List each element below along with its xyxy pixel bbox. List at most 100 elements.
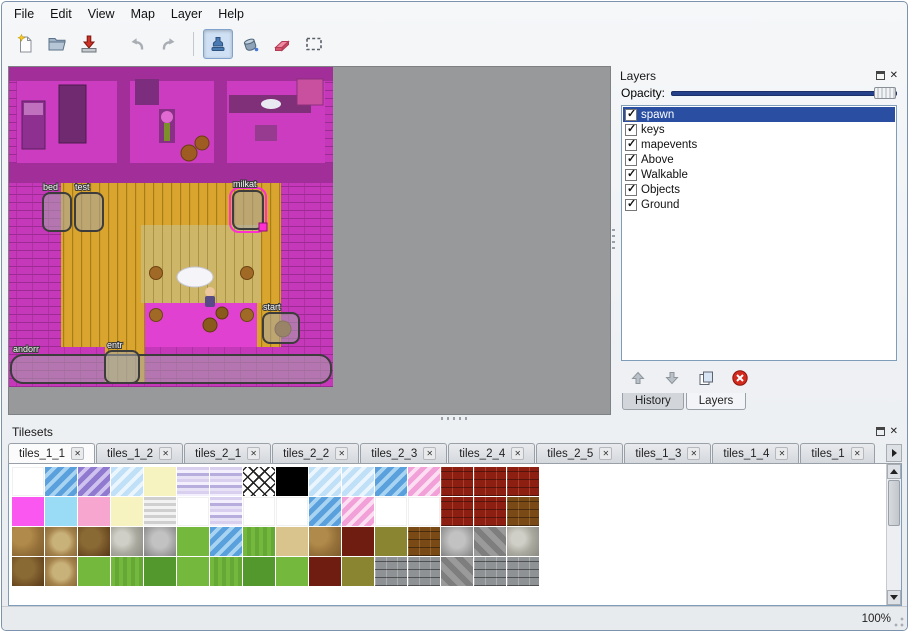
tileset-tile-diamond[interactable] <box>243 467 275 496</box>
tileset-tile-grasstex[interactable] <box>111 557 143 586</box>
tileset-tile-grass[interactable] <box>78 557 110 586</box>
tileset-tile-dirtdark[interactable] <box>12 557 44 586</box>
tileset-tile-cobble[interactable] <box>45 557 77 586</box>
layers-dock-titlebar[interactable]: Layers ✕ <box>616 66 902 85</box>
map-canvas[interactable]: andorr entr bed test <box>8 66 611 415</box>
scroll-down-button[interactable] <box>887 590 901 605</box>
tileset-tile-waterblue[interactable] <box>45 467 77 496</box>
tileset-tile-brickbrown[interactable] <box>507 497 539 526</box>
tileset-tile-brickgray[interactable] <box>408 557 440 586</box>
layer-row-keys[interactable]: keys <box>623 122 895 137</box>
layer-visibility-checkbox[interactable] <box>625 139 637 151</box>
delete-layer-button[interactable] <box>730 368 750 388</box>
tileset-tab[interactable]: tiles_2_2✕ <box>272 443 359 463</box>
layer-visibility-checkbox[interactable] <box>625 169 637 181</box>
tileset-tile-cream[interactable] <box>144 467 176 496</box>
tileset-tile-lavstripe[interactable] <box>177 467 209 496</box>
tileset-tile-lavstripe[interactable] <box>210 497 242 526</box>
tileset-tile-sand[interactable] <box>276 527 308 556</box>
tileset-tile-brickred[interactable] <box>441 467 473 496</box>
tileset-scrollbar[interactable] <box>886 464 901 605</box>
close-tab-icon[interactable]: ✕ <box>159 447 172 460</box>
float-dock-icon[interactable] <box>876 71 885 80</box>
tileset-tile-darkred[interactable] <box>342 527 374 556</box>
layer-row-mapevents[interactable]: mapevents <box>623 137 895 152</box>
tileset-tile-grass[interactable] <box>177 557 209 586</box>
layer-row-objects[interactable]: Objects <box>623 182 895 197</box>
tileset-tile-grass[interactable] <box>276 557 308 586</box>
tileset-tile-grasstex[interactable] <box>243 527 275 556</box>
menu-file[interactable]: File <box>6 4 42 24</box>
tileset-tile-graystripe[interactable] <box>144 497 176 526</box>
menu-map[interactable]: Map <box>123 4 163 24</box>
tileset-tile-brickgray[interactable] <box>474 557 506 586</box>
tileset-tile-cream[interactable] <box>111 497 143 526</box>
tileset-tile-white[interactable] <box>408 497 440 526</box>
lower-layer-button[interactable] <box>662 368 682 388</box>
menu-layer[interactable]: Layer <box>163 4 210 24</box>
layer-row-walkable[interactable]: Walkable <box>623 167 895 182</box>
tileset-tile-olive[interactable] <box>342 557 374 586</box>
layer-visibility-checkbox[interactable] <box>625 124 637 136</box>
layer-visibility-checkbox[interactable] <box>625 154 637 166</box>
open-button[interactable] <box>42 29 72 59</box>
close-tab-icon[interactable]: ✕ <box>423 447 436 460</box>
resize-grip[interactable] <box>893 616 905 628</box>
tileset-tab[interactable]: tiles_1_2✕ <box>96 443 183 463</box>
tileset-tile-pink[interactable] <box>78 497 110 526</box>
tileset-tile-magenta[interactable] <box>12 497 44 526</box>
tileset-tile-dirtdark[interactable] <box>78 527 110 556</box>
tileset-tab[interactable]: tiles_1_1✕ <box>8 443 95 463</box>
close-tab-icon[interactable]: ✕ <box>71 447 84 460</box>
new-file-button[interactable] <box>10 29 40 59</box>
tileset-tile-grassdark[interactable] <box>144 557 176 586</box>
tileset-tile-white[interactable] <box>177 497 209 526</box>
tileset-tile-white[interactable] <box>276 497 308 526</box>
tileset-tile-waterpurple[interactable] <box>78 467 110 496</box>
tab-history[interactable]: History <box>622 393 684 410</box>
close-tab-icon[interactable]: ✕ <box>247 447 260 460</box>
tileset-tile-waterblue[interactable] <box>309 497 341 526</box>
tileset-tile-brickbrown[interactable] <box>408 527 440 556</box>
opacity-slider-handle[interactable] <box>874 87 896 99</box>
tileset-tile-white[interactable] <box>12 467 44 496</box>
scroll-up-button[interactable] <box>887 464 901 479</box>
tileset-tab[interactable]: tiles_1_3✕ <box>624 443 711 463</box>
menu-help[interactable]: Help <box>210 4 252 24</box>
tileset-tile-cyan[interactable] <box>45 497 77 526</box>
tileset-tile-cobble[interactable] <box>45 527 77 556</box>
tab-scroll-right-button[interactable] <box>886 444 902 462</box>
layer-row-above[interactable]: Above <box>623 152 895 167</box>
tileset-tile-lavstripe[interactable] <box>210 467 242 496</box>
float-dock-icon[interactable] <box>876 427 885 436</box>
tileset-tile-brickred[interactable] <box>474 467 506 496</box>
tilesets-dock-titlebar[interactable]: Tilesets ✕ <box>8 422 902 441</box>
horizontal-splitter[interactable] <box>2 415 907 422</box>
layer-row-ground[interactable]: Ground <box>623 197 895 212</box>
tileset-tile-rocks[interactable] <box>474 527 506 556</box>
layer-visibility-checkbox[interactable] <box>625 184 637 196</box>
tileset-tile-brickred[interactable] <box>474 497 506 526</box>
tileset-tile-white[interactable] <box>243 497 275 526</box>
tileset-tab[interactable]: tiles_2_4✕ <box>448 443 535 463</box>
close-tab-icon[interactable]: ✕ <box>687 447 700 460</box>
stamp-brush-button[interactable] <box>203 29 233 59</box>
tileset-tab[interactable]: tiles_1_4✕ <box>712 443 799 463</box>
tileset-tile-waterblue[interactable] <box>210 527 242 556</box>
tileset-tile-waterlight[interactable] <box>342 467 374 496</box>
tileset-tile-black[interactable] <box>276 467 308 496</box>
tileset-tile-waterpink[interactable] <box>408 467 440 496</box>
eraser-button[interactable] <box>267 29 297 59</box>
opacity-slider[interactable] <box>671 86 897 100</box>
close-tab-icon[interactable]: ✕ <box>775 447 788 460</box>
tileset-tile-waterlight[interactable] <box>111 467 143 496</box>
tileset-tile-pebble[interactable] <box>111 527 143 556</box>
save-button[interactable] <box>74 29 104 59</box>
menu-edit[interactable]: Edit <box>42 4 80 24</box>
vertical-splitter[interactable] <box>611 66 616 415</box>
close-dock-icon[interactable]: ✕ <box>890 427 898 437</box>
close-tab-icon[interactable]: ✕ <box>335 447 348 460</box>
scrollbar-thumb[interactable] <box>888 480 900 526</box>
close-tab-icon[interactable]: ✕ <box>599 447 612 460</box>
bucket-fill-button[interactable] <box>235 29 265 59</box>
